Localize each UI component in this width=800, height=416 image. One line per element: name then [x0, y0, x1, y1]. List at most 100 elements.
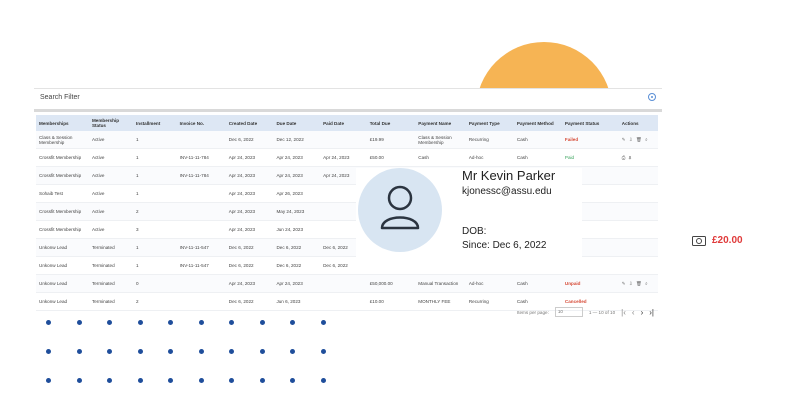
column-header[interactable]: Installment: [133, 115, 177, 131]
table-cell-membership: Crossfit Membership: [36, 148, 89, 167]
table-cell-due: Dec 12, 2022: [273, 131, 321, 149]
settings-icon[interactable]: [648, 93, 656, 101]
avatar: [358, 168, 442, 252]
first-page-button[interactable]: |‹: [621, 308, 626, 317]
table-cell-total: £50.00: [366, 148, 416, 167]
table-cell-pname: Cash: [415, 148, 466, 167]
table-cell-actions[interactable]: [618, 184, 658, 203]
table-cell-invoice: [176, 274, 226, 293]
table-cell-membership: Crossfit Membership: [36, 166, 89, 185]
decorative-dot: [290, 320, 295, 325]
decorative-dot: [259, 378, 265, 383]
table-cell-installment: 2: [132, 292, 177, 311]
table-cell-installment: 0: [132, 274, 177, 293]
table-cell-pstatus: Paid: [561, 148, 619, 167]
table-cell-ptype: Ad-hoc: [465, 274, 514, 293]
table-cell-installment: 1: [132, 148, 177, 167]
decorative-dot: [46, 349, 51, 354]
table-cell-installment: 1: [132, 256, 177, 275]
table-cell-membership: Unkonw Lead: [36, 238, 89, 257]
table-cell-actions[interactable]: [618, 256, 658, 275]
money-icon: [692, 235, 706, 246]
table-cell-created: Apr 24, 2023: [225, 220, 274, 239]
table-cell-membership: Unkonw Lead: [36, 274, 89, 293]
table-cell-actions[interactable]: [618, 238, 658, 257]
table-cell-status: Terminated: [88, 256, 133, 275]
decorative-dot: [76, 378, 82, 383]
column-header[interactable]: Payment Type: [466, 115, 514, 131]
table-cell-membership: Unkonw Lead: [36, 292, 89, 311]
decorative-dot: [137, 378, 143, 383]
table-cell-actions[interactable]: ✎ ⇩ 🗑 ⌕: [618, 274, 658, 293]
prev-page-button[interactable]: ‹: [632, 308, 635, 317]
column-header[interactable]: Due Date: [273, 115, 320, 131]
table-cell-installment: 1: [132, 184, 177, 203]
table-cell-paid: [320, 274, 367, 293]
column-header[interactable]: Total Due: [367, 115, 416, 131]
balance-amount: £20.00: [712, 235, 743, 246]
column-header[interactable]: Payment Method: [514, 115, 562, 131]
decorative-dot: [259, 349, 265, 354]
table-cell-pstatus: Failed: [561, 131, 619, 149]
table-cell-installment: 1: [132, 166, 177, 185]
decorative-dot: [137, 349, 143, 354]
table-cell-created: Apr 24, 2023: [225, 148, 274, 167]
column-header[interactable]: Payment Status: [562, 115, 619, 131]
table-cell-total: £19.99: [366, 131, 416, 149]
pagination: Items per page: 10 1 — 10 of 10 |‹ ‹ › ›…: [517, 307, 654, 317]
table-cell-status: Active: [88, 166, 133, 185]
table-cell-created: Apr 24, 2023: [225, 274, 274, 293]
search-filter-bar[interactable]: Search Filter: [34, 88, 662, 112]
table-cell-actions[interactable]: ⎙ ⇩: [618, 148, 658, 167]
table-cell-installment: 3: [132, 220, 177, 239]
decorative-dot: [46, 320, 51, 325]
table-row: Unkonw Lead Terminated 0 Apr 24, 2023 Apr 24…: [36, 274, 658, 293]
column-header[interactable]: Payment Name: [415, 115, 466, 131]
profile-card: Mr Kevin Parker kjonessc@assu.edu DOB: S…: [356, 168, 582, 266]
next-page-button[interactable]: ›: [641, 308, 644, 317]
table-cell-created: Dec 6, 2022: [225, 131, 274, 149]
decorative-dot: [229, 320, 234, 325]
table-cell-paid: [320, 131, 367, 149]
column-header[interactable]: Memberships: [36, 115, 89, 131]
table-cell-actions[interactable]: [618, 166, 658, 185]
balance-badge: £20.00: [692, 235, 743, 246]
decorative-dot-grid: [46, 320, 346, 400]
items-per-page-select[interactable]: 10: [554, 307, 583, 317]
table-cell-created: Apr 24, 2023: [225, 166, 274, 185]
decorative-dot: [168, 349, 173, 354]
decorative-dot: [46, 378, 51, 383]
column-header[interactable]: Invoice No.: [177, 115, 226, 131]
decorative-dot: [320, 320, 326, 325]
decorative-dot: [320, 378, 326, 383]
column-header[interactable]: Paid Date: [320, 115, 367, 131]
table-cell-ptype: Recurring: [465, 131, 514, 149]
table-cell-status: Active: [88, 202, 133, 221]
table-cell-pmethod: Cash: [513, 148, 562, 167]
table-cell-due: Apr 24, 2023: [273, 274, 321, 293]
table-cell-status: Active: [88, 148, 133, 167]
decorative-dot: [107, 378, 112, 383]
table-cell-status: Active: [88, 220, 133, 239]
table-cell-actions[interactable]: [618, 220, 658, 239]
profile-email[interactable]: kjonessc@assu.edu: [462, 186, 552, 197]
table-cell-installment: 2: [132, 202, 177, 221]
table-cell-due: Apr 24, 2023: [273, 148, 321, 167]
table-cell-invoice: [176, 184, 226, 203]
table-cell-installment: 1: [132, 238, 177, 257]
decorative-dot: [76, 320, 82, 325]
table-cell-actions[interactable]: ✎ ⇩ 🗑 ⌕: [618, 131, 658, 149]
decorative-dot: [168, 378, 173, 383]
table-cell-membership: Unkonw Lead: [36, 256, 89, 275]
decorative-dot: [290, 378, 295, 383]
table-cell-due: Apr 24, 2023: [273, 166, 321, 185]
table-cell-invoice: INV-11-11-547: [176, 256, 226, 275]
table-cell-status: Active: [88, 131, 133, 149]
table-cell-due: Jun 6, 2023: [273, 292, 321, 311]
table-cell-created: Dec 6, 2022: [225, 292, 274, 311]
column-header[interactable]: Membership Status: [89, 115, 133, 131]
column-header[interactable]: Created Date: [226, 115, 274, 131]
profile-name: Mr Kevin Parker: [462, 168, 556, 183]
table-cell-actions[interactable]: [618, 202, 658, 221]
last-page-button[interactable]: ›|: [649, 308, 654, 317]
